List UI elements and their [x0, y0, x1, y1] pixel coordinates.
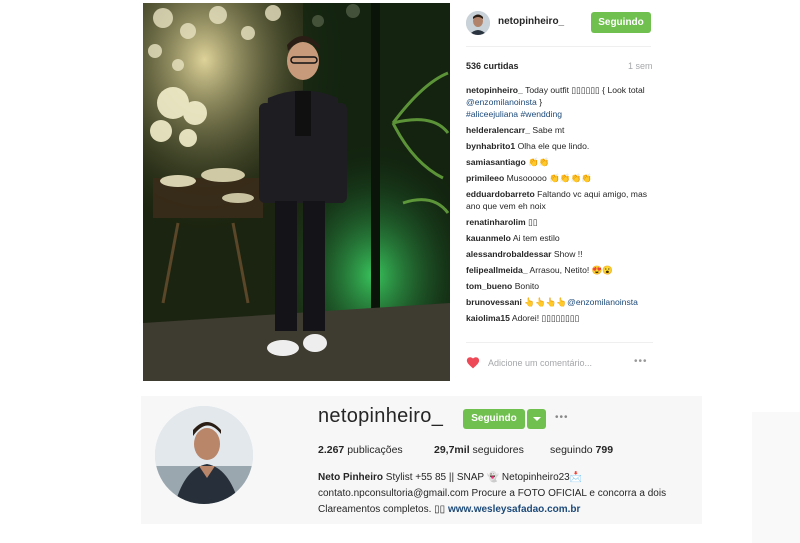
comment-username[interactable]: brunovessani: [466, 297, 522, 307]
caption: netopinheiro_ Today outfit ▯▯▯▯▯▯ { Look…: [466, 84, 653, 120]
following-button[interactable]: Seguindo: [463, 409, 525, 429]
following-stat[interactable]: seguindo 799: [550, 444, 613, 456]
comment-username[interactable]: renatinharolim: [466, 217, 526, 227]
list-item: kaiolima15 Adorei! ▯▯▯▯▯▯▯▯: [466, 312, 653, 324]
list-item: tom_bueno Bonito: [466, 280, 653, 292]
post-owner-username[interactable]: netopinheiro_: [498, 16, 564, 27]
comment-text: Adorei! ▯▯▯▯▯▯▯▯: [511, 313, 580, 323]
likes-count[interactable]: 536 curtidas: [466, 61, 519, 71]
list-item: alessandrobaldessar Show !!: [466, 248, 653, 260]
comment-text: Arrasou, Netito! 😍😮: [529, 265, 614, 275]
divider: [466, 342, 653, 343]
add-comment-input[interactable]: Adicione um comentário...: [488, 358, 592, 368]
list-item: bynhabrito1 Olha ele que lindo.: [466, 140, 653, 152]
posts-stat: 2.267 publicações: [318, 444, 403, 456]
posts-count: 2.267: [318, 444, 345, 456]
comment-username[interactable]: felipeallmeida_: [466, 265, 528, 275]
list-item: kauanmelo Ai tem estilo: [466, 232, 653, 244]
caption-hashtags[interactable]: #aliceejuliana #wendding: [466, 109, 562, 119]
followers-label: seguidores: [472, 444, 524, 456]
comments-list: netopinheiro_ Today outfit ▯▯▯▯▯▯ { Look…: [466, 84, 653, 328]
background-panel: [752, 412, 800, 543]
more-icon[interactable]: •••: [555, 412, 569, 423]
following-label: seguindo: [550, 444, 593, 456]
caption-mention[interactable]: @enzomilanoinsta: [466, 97, 537, 107]
chevron-down-icon[interactable]: [527, 409, 546, 429]
comment-username[interactable]: netopinheiro_: [466, 85, 523, 95]
list-item: samiasantiago 👏👏: [466, 156, 653, 168]
comment-mention[interactable]: @enzomilanoinsta: [567, 297, 638, 307]
post-header: netopinheiro_ Seguindo: [458, 3, 661, 43]
comment-text: 👏👏: [528, 157, 550, 167]
post-photo[interactable]: [143, 3, 450, 381]
followers-stat[interactable]: 29,7mil seguidores: [434, 444, 524, 456]
caption-text: Today outfit ▯▯▯▯▯▯ {: [525, 85, 606, 95]
list-item: helderalencarr_ Sabe mt: [466, 124, 653, 136]
list-item: brunovessani 👆👆👆👆@enzomilanoinsta: [466, 296, 653, 308]
following-button[interactable]: Seguindo: [591, 12, 651, 33]
comment-text: 👆👆👆👆: [524, 297, 568, 307]
comment-username[interactable]: kaiolima15: [466, 313, 510, 323]
caption-text3: }: [539, 97, 543, 107]
comment-text: Ai tem estilo: [512, 233, 560, 243]
comment-username[interactable]: primileeo: [466, 173, 504, 183]
comment-text: Bonito: [514, 281, 540, 291]
divider: [466, 46, 651, 47]
comment-text: ▯▯: [528, 217, 538, 227]
followers-count: 29,7mil: [434, 444, 470, 456]
comment-username[interactable]: helderalencarr_: [466, 125, 530, 135]
list-item: primileeo Musooooo 👏👏👏👏: [466, 172, 653, 184]
more-icon[interactable]: •••: [634, 356, 648, 367]
comment-username[interactable]: kauanmelo: [466, 233, 511, 243]
following-count: 799: [595, 444, 614, 456]
profile-header: netopinheiro_ Seguindo ••• 2.267 publica…: [141, 396, 702, 524]
caption-text2: Look total: [607, 85, 645, 95]
profile-username: netopinheiro_: [318, 405, 444, 427]
avatar[interactable]: [155, 406, 253, 504]
heart-icon[interactable]: [466, 356, 480, 369]
comment-text: Musooooo 👏👏👏👏: [506, 173, 592, 183]
profile-bio: Neto Pinheiro Stylist +55 85 || SNAP 👻 N…: [318, 470, 698, 518]
comment-username[interactable]: samiasantiago: [466, 157, 526, 167]
post-side-panel: netopinheiro_ Seguindo 536 curtidas 1 se…: [458, 3, 661, 381]
comment-username[interactable]: alessandrobaldessar: [466, 249, 552, 259]
list-item: felipeallmeida_ Arrasou, Netito! 😍😮: [466, 264, 653, 276]
post-time: 1 sem: [628, 61, 653, 71]
comment-username[interactable]: edduardobarreto: [466, 189, 535, 199]
bio-link[interactable]: www.wesleysafadao.com.br: [448, 504, 580, 515]
bio-name: Neto Pinheiro: [318, 472, 384, 483]
avatar[interactable]: [466, 11, 490, 35]
list-item: renatinharolim ▯▯: [466, 216, 653, 228]
comment-text: Show !!: [553, 249, 583, 259]
list-item: edduardobarreto Faltando vc aqui amigo, …: [466, 188, 653, 212]
comment-username[interactable]: tom_bueno: [466, 281, 512, 291]
posts-label: publicações: [347, 444, 403, 456]
comment-text: Sabe mt: [532, 125, 565, 135]
comment-username[interactable]: bynhabrito1: [466, 141, 515, 151]
comment-text: Olha ele que lindo.: [517, 141, 590, 151]
